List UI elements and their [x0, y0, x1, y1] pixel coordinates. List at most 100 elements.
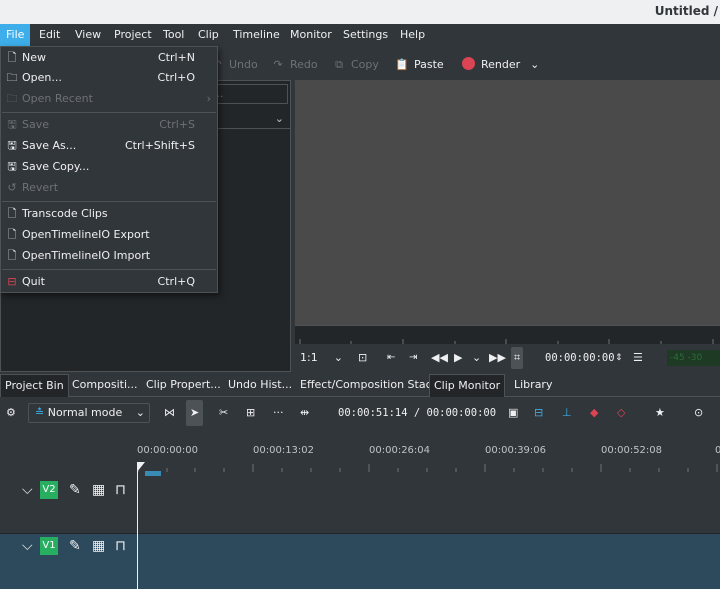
window-titlebar: Untitled /: [0, 0, 720, 24]
record-icon[interactable]: ⊙: [694, 405, 703, 421]
tab-project-bin[interactable]: Project Bin: [0, 374, 69, 397]
film-strip-icon[interactable]: ▦: [92, 481, 105, 499]
tab-undo-history[interactable]: Undo Hist...: [224, 374, 296, 396]
ripple-icon[interactable]: ⇹: [300, 405, 309, 421]
menu-item-shortcut: Ctrl+S: [159, 118, 195, 131]
paste-label: Paste: [414, 58, 444, 71]
tab-clip-properties[interactable]: Clip Propert...: [142, 374, 225, 396]
render-button[interactable]: Render ⌄: [462, 57, 539, 73]
zoom-select[interactable]: 1:1 ⌄: [300, 350, 343, 366]
preview-render-icon[interactable]: ▣: [508, 405, 518, 421]
forward-icon[interactable]: ▶▶: [489, 350, 506, 366]
menu-separator: [2, 201, 216, 202]
track-name-tag[interactable]: V1: [40, 537, 58, 555]
slip-tool-icon[interactable]: ⊞: [246, 405, 255, 421]
menu-item-quit[interactable]: ⊟ Quit Ctrl+Q: [1, 272, 217, 292]
menu-item-open[interactable]: 🗀 Open... Ctrl+O: [1, 68, 217, 88]
collapse-track-icon[interactable]: ⌵: [22, 537, 33, 555]
menu-view[interactable]: View: [69, 24, 107, 46]
menu-item-save[interactable]: 🖫 Save Ctrl+S: [1, 115, 217, 135]
track-name-tag[interactable]: V2: [40, 481, 58, 499]
open-folder-icon: 🗀: [6, 71, 18, 84]
window-title: Untitled /: [654, 4, 718, 18]
playhead[interactable]: [137, 462, 138, 589]
track-settings-icon[interactable]: ⚙: [6, 405, 16, 421]
menu-project[interactable]: Project: [108, 24, 158, 46]
tab-effect-stack[interactable]: Effect/Composition Stack: [296, 374, 442, 396]
tab-clip-monitor[interactable]: Clip Monitor: [429, 374, 506, 397]
monitor-ruler-ticks: [299, 339, 714, 345]
menu-item-new[interactable]: 🗋 New Ctrl+N: [1, 48, 217, 68]
film-strip-icon[interactable]: ▦: [92, 537, 105, 555]
effects-icon[interactable]: ✎: [69, 481, 81, 499]
chevron-right-icon: ›: [206, 92, 211, 105]
monitor-ruler[interactable]: [295, 325, 720, 345]
zoom-value: 1:1: [300, 351, 318, 364]
chevron-down-icon[interactable]: ⌄: [472, 350, 481, 366]
multicam-icon[interactable]: ···: [273, 405, 284, 421]
insert-icon[interactable]: ⊟: [534, 405, 543, 421]
audio-meter: -45 -30: [667, 350, 720, 366]
track-header-v1: ⌵ V1 ✎ ▦ ⊓: [0, 534, 137, 589]
monitor-controls: 1:1 ⌄ ⊡ ⇤ ⇥ ◀◀ ▶ ⌄ ▶▶ ⌗ 00:00:00:00 ⇕ ☰: [295, 344, 720, 372]
audio-meter-scale: -45 -30: [670, 353, 703, 363]
monitor-menu-icon[interactable]: ☰: [633, 350, 643, 366]
effects-icon[interactable]: ✎: [69, 537, 81, 555]
menu-item-label: Quit: [22, 275, 45, 288]
menu-item-otio-export[interactable]: 🗋 OpenTimelineIO Export: [1, 225, 217, 245]
timecode-spin-icon[interactable]: ⇕: [615, 350, 623, 366]
menu-monitor[interactable]: Monitor: [284, 24, 338, 46]
lock-icon[interactable]: ⊓: [115, 481, 126, 499]
razor-tool-icon[interactable]: ✂: [219, 405, 228, 421]
menu-item-transcode-clips[interactable]: 🗋 Transcode Clips: [1, 204, 217, 224]
menu-settings[interactable]: Settings: [337, 24, 394, 46]
copy-button[interactable]: ⧉ Copy: [331, 57, 379, 73]
tab-compositions[interactable]: Compositi...: [68, 374, 141, 396]
rewind-icon[interactable]: ◀◀: [431, 350, 448, 366]
menu-timeline[interactable]: Timeline: [227, 24, 286, 46]
menu-file[interactable]: File: [0, 24, 31, 46]
overwrite-icon[interactable]: ⊥: [562, 405, 572, 421]
render-icon: [462, 57, 475, 70]
menu-item-label: Save Copy...: [22, 160, 90, 173]
track-v1[interactable]: [137, 534, 720, 589]
lock-icon[interactable]: ⊓: [115, 537, 126, 555]
menu-help[interactable]: Help: [394, 24, 431, 46]
bin-search-input[interactable]: ...: [208, 84, 288, 104]
menu-clip[interactable]: Clip: [192, 24, 225, 46]
favorite-star-icon[interactable]: ★: [655, 405, 665, 421]
menu-item-save-as[interactable]: 🖫 Save As... Ctrl+Shift+S: [1, 136, 217, 156]
paste-button[interactable]: 📋 Paste: [394, 57, 444, 73]
menu-item-otio-import[interactable]: 🗋 OpenTimelineIO Import: [1, 246, 217, 266]
spacer-tool-icon[interactable]: ⋈: [164, 405, 175, 421]
collapse-track-icon[interactable]: ⌵: [22, 481, 33, 499]
set-in-point-icon[interactable]: ⇤: [387, 350, 395, 366]
play-icon[interactable]: ▶: [454, 350, 462, 366]
timeline-timecode[interactable]: 00:00:51:14 / 00:00:00:00: [338, 405, 496, 421]
menu-item-save-copy[interactable]: 🖫 Save Copy...: [1, 157, 217, 177]
select-tool-icon[interactable]: ➤: [186, 400, 204, 426]
fit-frame-icon[interactable]: ⊡: [358, 350, 367, 366]
monitor-timecode[interactable]: 00:00:00:00: [545, 350, 615, 366]
set-out-point-icon[interactable]: ⇥: [409, 350, 417, 366]
extract-icon[interactable]: ◇: [617, 405, 625, 421]
menu-item-open-recent[interactable]: 🗀 Open Recent ›: [1, 89, 217, 109]
menu-item-label: OpenTimelineIO Import: [22, 249, 151, 262]
lift-icon[interactable]: ◆: [590, 405, 598, 421]
menu-item-shortcut: Ctrl+N: [157, 51, 195, 64]
menu-edit[interactable]: Edit: [33, 24, 66, 46]
timeline-ruler[interactable]: 00:00:00:00 00:00:13:02 00:00:26:04 00:0…: [137, 440, 720, 476]
redo-icon: ↷: [273, 58, 283, 71]
menu-tool[interactable]: Tool: [157, 24, 190, 46]
clip-monitor-view[interactable]: [295, 80, 720, 325]
menu-item-revert[interactable]: ↺ Revert: [1, 178, 217, 198]
open-recent-icon: 🗀: [6, 92, 18, 105]
track-v2[interactable]: [137, 478, 720, 534]
otio-export-icon: 🗋: [7, 228, 17, 241]
menu-separator: [2, 112, 216, 113]
edit-mode-select[interactable]: ≛ Normal mode ⌄: [28, 403, 150, 423]
redo-button[interactable]: ↷ Redo: [270, 57, 317, 73]
crop-icon[interactable]: ⌗: [511, 347, 524, 369]
tab-library[interactable]: Library: [510, 374, 556, 396]
dock-tabs: Project Bin Compositi... Clip Propert...…: [0, 374, 720, 397]
